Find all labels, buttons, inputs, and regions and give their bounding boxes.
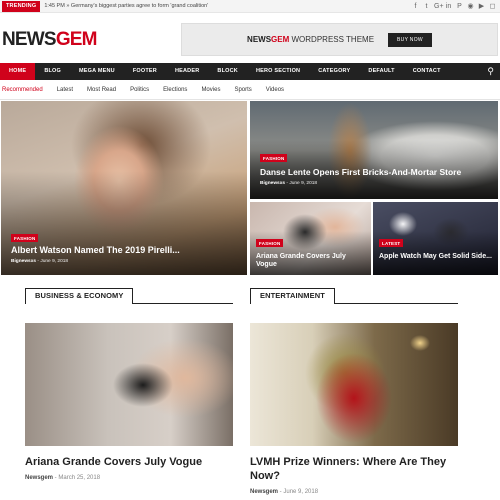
twitter-icon[interactable]: t: [423, 1, 430, 12]
section-header-entertainment: ENTERTAINMENT: [250, 288, 458, 304]
nav-item-header[interactable]: HEADER: [166, 63, 208, 80]
post-date: March 25, 2018: [58, 475, 101, 481]
author-name[interactable]: Newsgem: [250, 489, 278, 495]
nav-item-blog[interactable]: BLOG: [35, 63, 70, 80]
site-logo[interactable]: NEWSGEM: [2, 29, 98, 51]
article-thumbnail[interactable]: [25, 323, 233, 446]
section-title[interactable]: ENTERTAINMENT: [250, 288, 335, 304]
subnav-item-politics[interactable]: Politics: [123, 87, 156, 93]
nav-item-default[interactable]: DEFAULT: [359, 63, 403, 80]
nav-item-footer[interactable]: FOOTER: [124, 63, 166, 80]
subnav-item-latest[interactable]: Latest: [50, 87, 80, 93]
youtube-icon[interactable]: ▶: [478, 1, 485, 12]
news-ticker[interactable]: 1:45 PM » Germany's biggest parties agre…: [44, 3, 208, 9]
facebook-icon[interactable]: f: [412, 1, 419, 12]
instagram-icon[interactable]: ◻: [489, 1, 496, 12]
section-title[interactable]: BUSINESS & ECONOMY: [25, 288, 134, 304]
logo-text-news: NEWS: [2, 29, 57, 50]
article-thumbnail[interactable]: [250, 323, 458, 446]
hero-bottom-left-card[interactable]: FASHION Ariana Grande Covers July Vogue: [250, 202, 371, 275]
hero-top-right-card[interactable]: FASHION Danse Lente Opens First Bricks-A…: [250, 101, 498, 199]
category-tag[interactable]: FASHION: [260, 154, 288, 162]
main-nav: HOME BLOG MEGA MENU FOOTER HEADER BLOCK …: [0, 63, 500, 80]
author-name[interactable]: Newsgem: [25, 475, 53, 481]
subnav-item-sports[interactable]: Sports: [227, 87, 258, 93]
ad-brand-news: NEWS: [247, 35, 272, 44]
pinterest-icon[interactable]: P: [456, 1, 463, 12]
hero-bottom-left-title[interactable]: Ariana Grande Covers July Vogue: [256, 253, 368, 270]
hero-main-title[interactable]: Albert Watson Named The 2019 Pirelli...: [11, 245, 241, 256]
trending-label: TRENDING: [2, 0, 41, 12]
subnav-item-movies[interactable]: Movies: [194, 87, 227, 93]
search-icon[interactable]: ⚲: [487, 63, 494, 80]
google-plus-icon[interactable]: G+: [434, 1, 444, 12]
category-tag[interactable]: LATEST: [379, 239, 404, 247]
buy-now-button[interactable]: BUY NOW: [388, 32, 432, 47]
author-name[interactable]: Bignewsxs: [260, 181, 285, 186]
post-date: June 9, 2018: [40, 259, 69, 264]
ad-brand-gem: GEM: [271, 35, 290, 44]
nav-item-block[interactable]: BLOCK: [208, 63, 247, 80]
article-title[interactable]: Ariana Grande Covers July Vogue: [25, 455, 233, 469]
nav-item-contact[interactable]: CONTACT: [404, 63, 450, 80]
top-bar: TRENDING 1:45 PM » Germany's biggest par…: [0, 0, 500, 13]
nav-item-category[interactable]: CATEGORY: [309, 63, 359, 80]
article-meta: Newsgem - March 25, 2018: [25, 475, 101, 481]
hero-top-right-meta: Bignewsxs - June 9, 2018: [260, 181, 318, 186]
nav-item-mega-menu[interactable]: MEGA MENU: [70, 63, 124, 80]
post-date: June 9, 2018: [289, 181, 318, 186]
subnav-item-most-read[interactable]: Most Read: [80, 87, 123, 93]
article-title[interactable]: LVMH Prize Winners: Where Are They Now?: [250, 455, 458, 484]
linkedin-icon[interactable]: in: [445, 1, 452, 12]
nav-item-hero-section[interactable]: HERO SECTION: [247, 63, 309, 80]
logo-text-gem: GEM: [55, 29, 98, 50]
rss-icon[interactable]: ◉: [467, 1, 474, 12]
hero-bottom-right-card[interactable]: LATEST Apple Watch May Get Solid Side...: [373, 202, 498, 275]
section-header-business: BUSINESS & ECONOMY: [25, 288, 233, 304]
category-tag[interactable]: FASHION: [256, 239, 284, 247]
header-ad-banner[interactable]: NEWSGEM WORDPRESS THEME BUY NOW: [181, 23, 498, 56]
hero-main-meta: Bignewsxs - June 9, 2018: [11, 259, 69, 264]
subnav-item-videos[interactable]: Videos: [259, 87, 291, 93]
social-links: f t G+ in P ◉ ▶ ◻: [412, 1, 496, 12]
hero-bottom-right-title[interactable]: Apple Watch May Get Solid Side...: [379, 253, 494, 261]
sub-nav: Recommended Latest Most Read Politics El…: [0, 80, 500, 100]
category-tag[interactable]: FASHION: [11, 234, 39, 242]
nav-item-home[interactable]: HOME: [0, 63, 36, 80]
article-meta: Newsgem - June 9, 2018: [250, 489, 319, 495]
ad-text: NEWSGEM WORDPRESS THEME: [247, 35, 374, 44]
hero-main-card[interactable]: FASHION Albert Watson Named The 2019 Pir…: [1, 101, 247, 275]
ad-text-suffix: WORDPRESS THEME: [289, 35, 375, 44]
subnav-item-elections[interactable]: Elections: [156, 87, 194, 93]
hero-top-right-title[interactable]: Danse Lente Opens First Bricks-And-Morta…: [260, 167, 492, 177]
post-date: June 9, 2018: [283, 489, 319, 495]
subnav-item-recommended[interactable]: Recommended: [0, 87, 50, 93]
author-name[interactable]: Bignewsxs: [11, 259, 36, 264]
